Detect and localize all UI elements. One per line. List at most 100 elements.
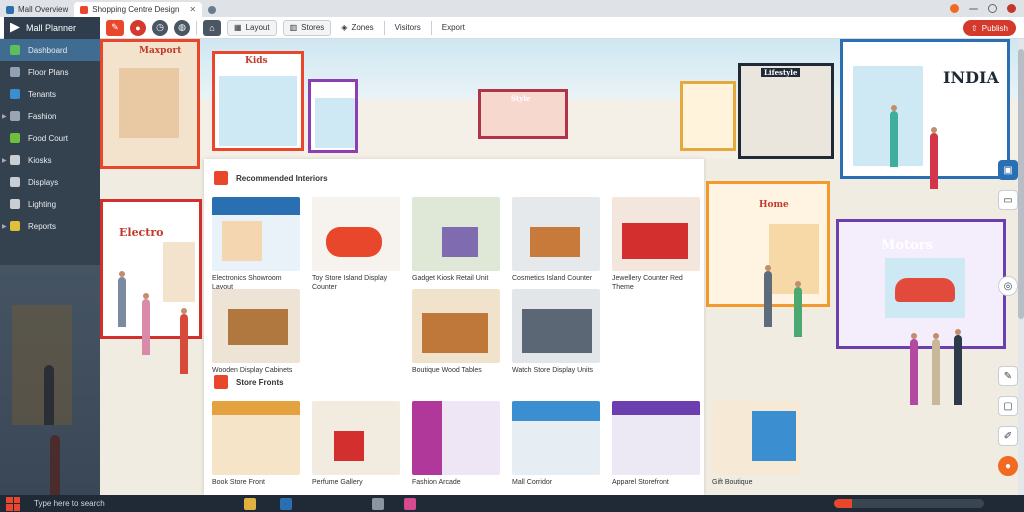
image-tool-icon[interactable]: ▣ — [998, 160, 1018, 180]
store-front[interactable]: Motors — [836, 219, 1006, 349]
gallery-card[interactable]: Wooden Display Cabinets — [212, 289, 300, 375]
help-tool-icon[interactable]: ● — [998, 456, 1018, 476]
gallery-card[interactable]: Apparel Storefront — [612, 401, 700, 487]
sidebar-item-floor-plans[interactable]: Floor Plans — [0, 61, 100, 83]
section-header: Store Fronts — [214, 375, 284, 389]
thumbnail-shape — [530, 227, 580, 257]
gallery-card[interactable]: Fashion Arcade — [412, 401, 500, 487]
sidebar-item-displays[interactable]: Displays — [0, 171, 100, 193]
taskbar-search[interactable]: Type here to search — [34, 499, 214, 508]
publish-button[interactable]: ⇧ Publish — [963, 20, 1016, 36]
chevron-right-icon: ▶ — [2, 223, 7, 230]
app-title: Mall Planner — [26, 22, 77, 33]
close-window-icon[interactable] — [1007, 4, 1016, 13]
divider — [196, 20, 197, 35]
stores-button[interactable]: ▥ Stores — [282, 19, 332, 36]
minimize-icon[interactable] — [969, 7, 978, 10]
notification-icon[interactable] — [950, 4, 959, 13]
sidebar-item-lighting[interactable]: Lighting — [0, 193, 100, 215]
gallery-card[interactable]: Gadget Kiosk Retail Unit — [412, 197, 500, 283]
dashboard-icon — [10, 45, 20, 55]
home-icon[interactable]: ⌂ — [203, 19, 221, 36]
tab-mall-overview[interactable]: Mall Overview — [0, 2, 74, 17]
sidebar-item-label: Fashion — [28, 111, 57, 121]
shopper-figure — [794, 281, 802, 337]
sidebar-item-fashion[interactable]: ▶ Fashion — [0, 105, 100, 127]
card-caption: Fashion Arcade — [412, 479, 461, 486]
layout-button[interactable]: ▦ Layout — [227, 19, 277, 36]
store-front[interactable]: Maxport — [100, 39, 200, 169]
light-icon — [10, 199, 20, 209]
sidebar-item-food-court[interactable]: Food Court — [0, 127, 100, 149]
shop-icon — [80, 5, 89, 14]
store-sign: Style — [511, 94, 531, 103]
store-front[interactable]: Kids — [212, 51, 304, 151]
maximize-icon[interactable] — [988, 4, 997, 13]
export-button[interactable]: Export — [438, 20, 469, 36]
pen-tool-icon[interactable]: ✐ — [998, 426, 1018, 446]
folder-icon[interactable] — [244, 497, 256, 510]
store-front[interactable]: Style — [478, 89, 568, 139]
gallery-card[interactable]: Gift Boutique — [712, 401, 800, 487]
taskbar: Type here to search — [0, 495, 1024, 512]
store-sign: INDIA — [943, 68, 999, 87]
close-icon[interactable]: ✕ — [189, 5, 196, 14]
tab-shopping-centre[interactable]: Shopping Centre Design ✕ — [74, 2, 203, 17]
store-sign: Maxport — [139, 46, 182, 56]
gallery-card[interactable]: Mall Corridor — [512, 401, 600, 487]
scrollbar-thumb[interactable] — [1018, 49, 1024, 319]
content-panel: Recommended Interiors Electronics Showro… — [204, 159, 704, 495]
thumbnail-shape — [622, 223, 688, 259]
brush-icon[interactable]: ✎ — [106, 19, 124, 36]
thumbnail-shape — [422, 313, 488, 353]
sidebar-item-reports[interactable]: ▶ Reports — [0, 215, 100, 237]
store-sign: Motors — [881, 238, 933, 253]
store-front[interactable] — [308, 79, 358, 153]
sidebar-item-label: Lighting — [28, 199, 57, 209]
gallery-card[interactable]: Toy Store Island Display Counter — [312, 197, 400, 292]
gallery-card[interactable]: Watch Store Display Units — [512, 289, 600, 375]
store-front[interactable] — [680, 81, 736, 151]
store-app-icon[interactable] — [280, 497, 292, 510]
card-caption: Perfume Gallery — [312, 479, 363, 486]
thumbnail — [512, 401, 600, 475]
zones-button[interactable]: ◈ Zones — [337, 20, 377, 36]
puzzle-icon[interactable] — [404, 497, 416, 510]
gallery-card[interactable]: Perfume Gallery — [312, 401, 400, 487]
visitors-button[interactable]: Visitors — [391, 20, 425, 36]
window-tool-icon[interactable]: ▭ — [998, 190, 1018, 210]
sidebar-item-kiosks[interactable]: ▶ Kiosks — [0, 149, 100, 171]
edit-tool-icon[interactable]: ✎ — [998, 366, 1018, 386]
thumbnail-shape — [212, 401, 300, 415]
vertical-scrollbar[interactable] — [1018, 39, 1024, 495]
globe-icon[interactable]: ◍ — [174, 19, 190, 36]
start-icon[interactable] — [6, 496, 20, 511]
shopper-figure — [890, 105, 898, 167]
frame-tool-icon[interactable]: ▢ — [998, 396, 1018, 416]
gallery-card[interactable]: Book Store Front — [212, 401, 300, 487]
record-icon[interactable]: ● — [130, 19, 146, 36]
sidebar-item-label: Food Court — [28, 133, 69, 143]
store-window — [163, 242, 195, 302]
gallery-card[interactable]: Jewellery Counter Red Theme — [612, 197, 700, 292]
layers-icon: ◈ — [341, 23, 348, 32]
thumbnail-shape — [228, 309, 288, 345]
gallery-card[interactable]: Electronics Showroom Layout — [212, 197, 300, 292]
divider — [383, 20, 385, 35]
clock-icon[interactable]: ◷ — [152, 19, 168, 36]
sidebar: Dashboard Floor Plans Tenants ▶ Fashion … — [0, 39, 100, 495]
sidebar-item-tenants[interactable]: Tenants — [0, 83, 100, 105]
store-front[interactable]: INDIA — [840, 39, 1010, 179]
store-front[interactable]: Lifestyle — [738, 63, 834, 159]
gallery-card[interactable]: Boutique Wood Tables — [412, 289, 500, 375]
link-tool-icon[interactable]: ◎ — [998, 276, 1018, 296]
sidebar-item-dashboard[interactable]: Dashboard — [0, 39, 100, 61]
gallery-card[interactable]: Cosmetics Island Counter — [512, 197, 600, 283]
card-caption: Book Store Front — [212, 479, 265, 486]
thumbnail — [512, 289, 600, 363]
store-icon: ▥ — [289, 23, 298, 32]
tab-chat[interactable] — [202, 2, 222, 17]
mail-icon[interactable] — [372, 497, 384, 510]
tenant-icon — [10, 89, 20, 99]
